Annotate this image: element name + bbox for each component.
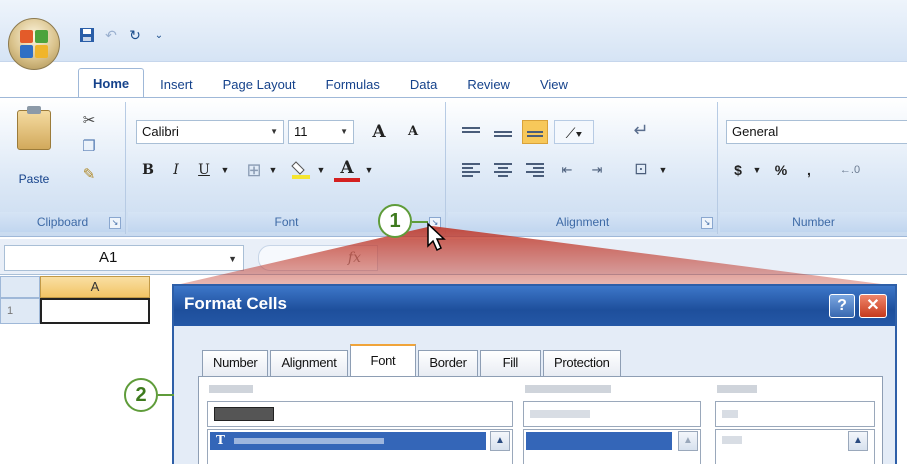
dialog-tab-fill[interactable]: Fill: [479, 350, 542, 376]
dialog-title: Format Cells: [184, 294, 287, 313]
font-size-value-placeholder: [722, 410, 738, 418]
help-button[interactable]: ?: [829, 294, 855, 318]
dialog-title-bar[interactable]: Format Cells ? ✕: [174, 286, 895, 326]
font-list-selected-item[interactable]: T: [210, 432, 486, 450]
callout-2-leader: [158, 394, 174, 396]
dialog-tab-font[interactable]: Font: [349, 344, 417, 376]
truetype-icon: T: [216, 433, 225, 447]
size-label-placeholder: [717, 385, 757, 393]
dialog-body: Number Alignment Font Border Fill Protec…: [180, 326, 889, 464]
font-style-selected-item[interactable]: [526, 432, 672, 450]
font-name-value-placeholder: [214, 407, 274, 421]
font-style-field[interactable]: [523, 401, 701, 427]
dialog-tab-protection[interactable]: Protection: [543, 350, 621, 376]
font-list-item-placeholder: [234, 438, 384, 444]
close-button[interactable]: ✕: [859, 294, 887, 318]
font-size-field[interactable]: [715, 401, 875, 427]
font-size-item-placeholder: [722, 436, 742, 444]
callout-2: 2: [124, 378, 158, 412]
style-label-placeholder: [525, 385, 611, 393]
scroll-up-icon[interactable]: ▲: [678, 431, 698, 451]
format-cells-dialog: Format Cells ? ✕ Number Alignment Font B…: [172, 284, 897, 464]
beam-shape: [172, 226, 897, 286]
font-label-placeholder: [209, 385, 253, 393]
font-list[interactable]: T ▲: [207, 429, 513, 464]
dialog-tab-number[interactable]: Number: [202, 350, 269, 376]
font-style-value-placeholder: [530, 410, 590, 418]
scroll-up-icon[interactable]: ▲: [490, 431, 510, 451]
callout-1: 1: [378, 204, 412, 238]
dialog-tab-alignment[interactable]: Alignment: [270, 350, 348, 376]
dialog-tab-border[interactable]: Border: [418, 350, 478, 376]
mouse-pointer-icon: [426, 222, 448, 255]
font-style-list[interactable]: ▲: [523, 429, 701, 464]
font-size-list[interactable]: ▲: [715, 429, 875, 464]
scroll-up-icon[interactable]: ▲: [848, 431, 868, 451]
font-tab-panel: T ▲ ▲ ▲: [198, 376, 883, 464]
font-name-field[interactable]: [207, 401, 513, 427]
dialog-tabs: Number Alignment Font Border Fill Protec…: [202, 344, 623, 376]
